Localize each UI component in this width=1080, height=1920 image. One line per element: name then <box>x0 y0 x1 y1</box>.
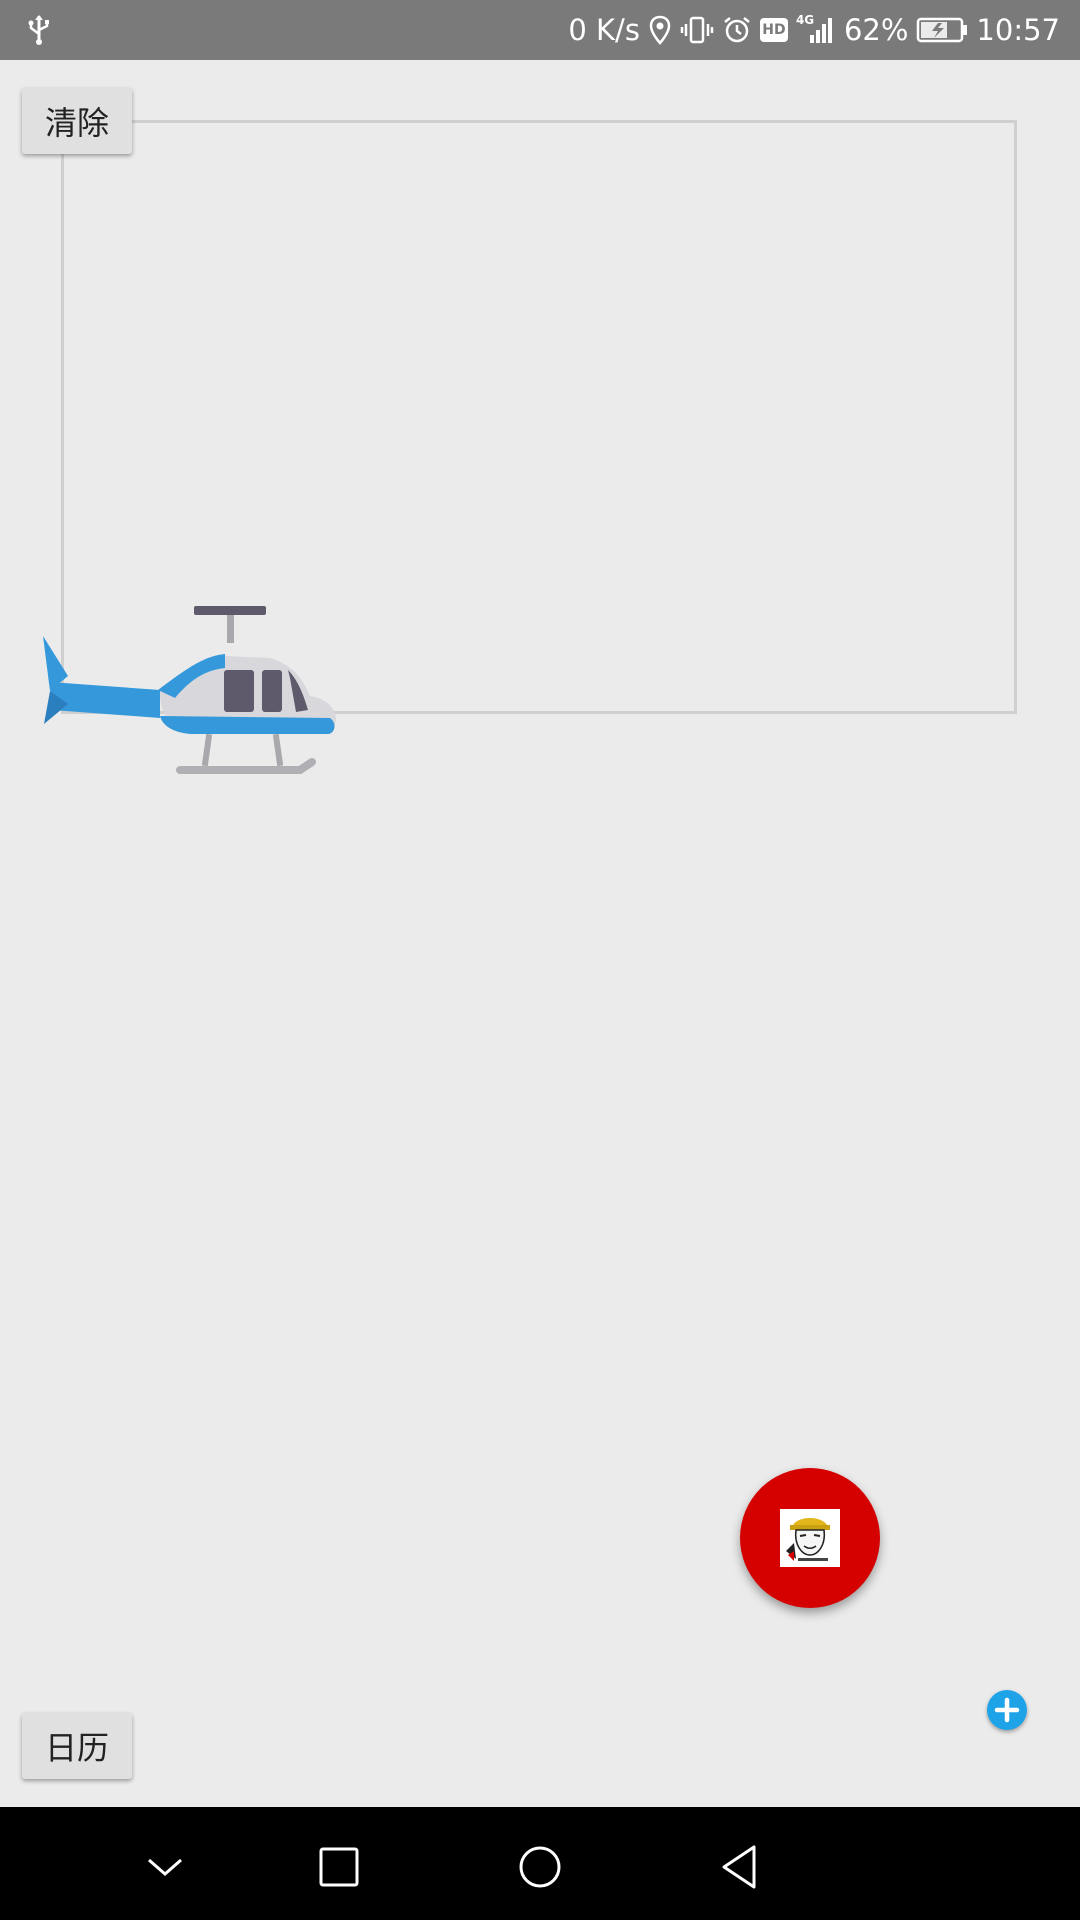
app-content: 清除 日历 <box>0 60 1080 1807</box>
signal-icon: 4G <box>795 13 836 45</box>
avatar-fab-button[interactable] <box>740 1468 880 1608</box>
status-icons: 0 K/s HD 4G 62% 10:57 <box>568 0 1060 60</box>
meme-face-icon <box>780 1509 840 1567</box>
add-button[interactable] <box>987 1690 1027 1730</box>
battery-percent: 62% <box>843 13 909 47</box>
recent-apps-icon[interactable] <box>309 1837 369 1897</box>
clock: 10:57 <box>976 13 1060 47</box>
chevron-down-icon[interactable] <box>135 1837 195 1897</box>
network-type: 4G <box>795 13 815 27</box>
network-speed: 0 K/s <box>568 13 640 47</box>
battery-charging-icon <box>916 16 968 44</box>
plus-icon <box>994 1697 1020 1723</box>
location-icon <box>648 15 672 45</box>
helicopter-icon[interactable] <box>40 606 340 800</box>
alarm-icon <box>722 15 752 45</box>
hd-icon: HD <box>759 18 788 42</box>
vibrate-icon <box>680 15 714 45</box>
navigation-bar <box>0 1807 1080 1920</box>
usb-icon <box>26 14 52 50</box>
clear-button[interactable]: 清除 <box>22 88 132 154</box>
home-icon[interactable] <box>510 1837 570 1897</box>
calendar-button[interactable]: 日历 <box>22 1713 132 1779</box>
back-icon[interactable] <box>710 1837 770 1897</box>
status-bar: 0 K/s HD 4G 62% 10:57 <box>0 0 1080 60</box>
